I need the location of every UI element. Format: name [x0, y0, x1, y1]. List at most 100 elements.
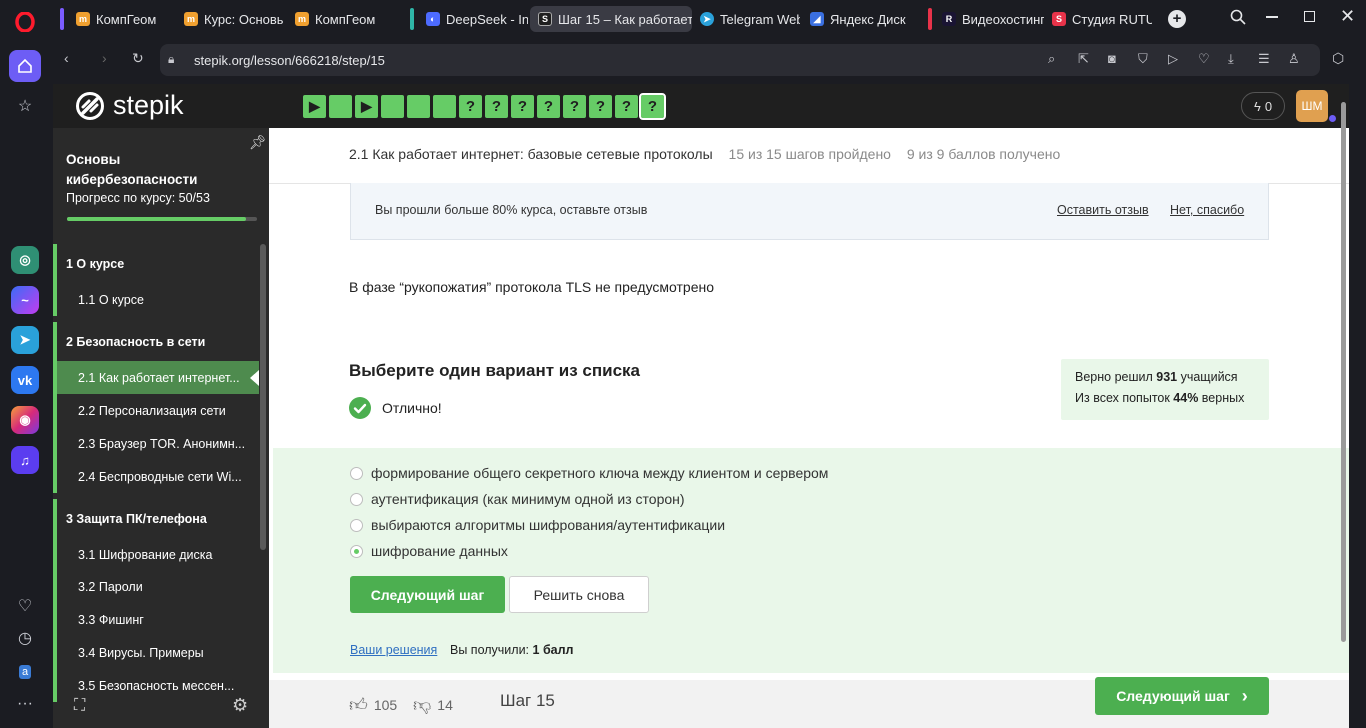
tab-3[interactable]: ◐ DeepSeek - Into: [418, 6, 528, 32]
answer-option-3[interactable]: выбираются алгоритмы шифрования/аутентиф…: [350, 517, 1050, 535]
search-tabs-icon[interactable]: [1230, 9, 1246, 30]
sidebar-item-0[interactable]: 1 О курсе: [53, 244, 259, 283]
url-field[interactable]: 🔒︎ stepik.org/lesson/666218/step/15 ⌕ ⇱ …: [160, 44, 1320, 76]
forward-icon[interactable]: ›: [102, 50, 107, 66]
step-square-12[interactable]: ?: [589, 95, 612, 118]
radio-checked[interactable]: [350, 545, 363, 558]
sidebar-item-3[interactable]: 2.1 Как работает интернет...: [53, 361, 259, 394]
shield-icon[interactable]: ⛉: [1138, 51, 1148, 67]
close-icon[interactable]: ✕: [1340, 6, 1355, 27]
footer-next-step-button[interactable]: Следующий шаг ›: [1095, 677, 1269, 715]
radio-unchecked[interactable]: [350, 467, 363, 480]
camera-icon[interactable]: ◙: [1108, 51, 1116, 66]
avatar[interactable]: ШМ: [1296, 90, 1328, 122]
url-text[interactable]: stepik.org/lesson/666218/step/15: [194, 53, 385, 68]
sidebar-item-2[interactable]: 2 Безопасность в сети: [53, 322, 259, 361]
easy-setup-icon[interactable]: ☰: [1258, 51, 1270, 67]
tab-0[interactable]: m КомпГеом: [68, 6, 173, 32]
answer-option-2[interactable]: аутентификация (как минимум одной из сто…: [350, 491, 1050, 509]
fullscreen-icon[interactable]: ⛶: [74, 697, 85, 715]
dislike-button[interactable]: 👎︎ 14: [413, 694, 453, 716]
sidebar-scrollbar[interactable]: [260, 244, 266, 550]
solve-again-button[interactable]: Решить снова: [509, 576, 649, 613]
heart-icon[interactable]: ♡: [1198, 51, 1210, 67]
tab-4-active[interactable]: S Шаг 15 – Как работает и: [530, 6, 692, 32]
search-icon[interactable]: ⌕: [1048, 51, 1055, 67]
step-square-11[interactable]: ?: [563, 95, 586, 118]
sidebar-item-11[interactable]: 3.4 Вирусы. Примеры: [53, 636, 259, 669]
stepik-logo[interactable]: stepik: [75, 90, 184, 121]
extensions-icon[interactable]: ⬡: [1332, 50, 1344, 67]
vk-icon[interactable]: vk: [11, 366, 39, 394]
history-icon[interactable]: ◷: [9, 622, 41, 654]
more-icon[interactable]: ···: [9, 688, 41, 720]
your-solutions-link[interactable]: Ваши решения: [350, 643, 437, 657]
energy-counter[interactable]: ϟ 0: [1241, 92, 1285, 120]
sidebar-item-4[interactable]: 2.2 Персонализация сети: [53, 394, 259, 427]
decline-feedback-link[interactable]: Нет, спасибо: [1170, 203, 1244, 217]
step-square-1[interactable]: ▶: [303, 95, 326, 118]
new-tab-icon[interactable]: +: [1168, 10, 1186, 28]
course-sidebar: 📌︎ Основы кибербезопасности Прогресс по …: [53, 128, 269, 728]
leave-feedback-link[interactable]: Оставить отзыв: [1057, 203, 1149, 217]
translate-icon[interactable]: a: [9, 656, 41, 688]
sidebar-item-5[interactable]: 2.3 Браузер TOR. Анонимн...: [53, 427, 259, 460]
heart-icon[interactable]: ♡: [9, 590, 41, 622]
telegram-icon[interactable]: ➤: [11, 326, 39, 354]
minimize-icon[interactable]: [1266, 16, 1278, 18]
step-square-2[interactable]: [329, 95, 352, 118]
instagram-icon[interactable]: ◉: [11, 406, 39, 434]
chatgpt-icon[interactable]: ◎: [11, 246, 39, 274]
reload-icon[interactable]: ↻: [132, 50, 144, 67]
radio-unchecked[interactable]: [350, 493, 363, 506]
sidebar-item-7[interactable]: 3 Защита ПК/телефона: [53, 499, 259, 538]
opera-logo-icon[interactable]: [9, 6, 41, 38]
messenger-icon[interactable]: ~: [11, 286, 39, 314]
step-square-5[interactable]: [407, 95, 430, 118]
course-progress-bar: [67, 217, 257, 221]
settings-gear-icon[interactable]: ⚙: [232, 695, 248, 716]
like-button[interactable]: 👍︎ 105: [349, 694, 397, 716]
sidebar-item-8[interactable]: 3.1 Шифрование диска: [53, 538, 259, 571]
sidebar-item-1[interactable]: 1.1 О курсе: [53, 283, 259, 316]
tab-5[interactable]: ➤ Telegram Web: [692, 6, 800, 32]
page-scrollbar[interactable]: [1341, 102, 1346, 642]
star-icon[interactable]: ☆: [9, 90, 41, 122]
radio-unchecked[interactable]: [350, 519, 363, 532]
restore-icon[interactable]: [1304, 11, 1315, 22]
step-square-14[interactable]: ?: [639, 93, 666, 120]
step-square-8[interactable]: ?: [485, 95, 508, 118]
step-square-10[interactable]: ?: [537, 95, 560, 118]
step-square-6[interactable]: [433, 95, 456, 118]
share-icon[interactable]: ⇱: [1078, 51, 1089, 67]
send-icon[interactable]: ▷: [1168, 51, 1178, 67]
tab-1[interactable]: m Курс: Основы: [176, 6, 284, 32]
compgeom-icon: m: [295, 12, 309, 26]
tab-7[interactable]: R Видеохостинг: [934, 6, 1044, 32]
lock-icon: 🔒︎: [168, 52, 175, 66]
step-square-3[interactable]: ▶: [355, 95, 378, 118]
answer-option-4[interactable]: шифрование данных: [350, 543, 1050, 561]
sidebar-item-9[interactable]: 3.2 Пароли: [53, 570, 259, 603]
course-title[interactable]: Основы кибербезопасности: [66, 150, 216, 190]
profile-icon[interactable]: ♙: [1288, 51, 1300, 67]
sidebar-item-6[interactable]: 2.4 Беспроводные сети Wi...: [53, 460, 259, 493]
answer-option-label: аутентификация (как минимум одной из сто…: [371, 491, 685, 507]
answer-option-1[interactable]: формирование общего секретного ключа меж…: [350, 465, 1050, 483]
music-player-icon[interactable]: ♫: [11, 446, 39, 474]
tab-2[interactable]: m КомпГеом: [287, 6, 397, 32]
next-step-button[interactable]: Следующий шаг: [350, 576, 505, 613]
home-icon[interactable]: [9, 50, 41, 82]
step-square-9[interactable]: ?: [511, 95, 534, 118]
pin-icon[interactable]: 📌︎: [249, 134, 267, 151]
download-icon[interactable]: ⤓: [1228, 51, 1234, 67]
tab-8[interactable]: S Студия RUTUBE: [1044, 6, 1152, 32]
step-square-4[interactable]: [381, 95, 404, 118]
lesson-title[interactable]: 2.1 Как работает интернет: базовые сетев…: [349, 146, 713, 162]
tab-6[interactable]: ◢ Яндекс Диск: [802, 6, 912, 32]
step-square-13[interactable]: ?: [615, 95, 638, 118]
back-icon[interactable]: ‹: [64, 50, 69, 66]
step-square-7[interactable]: ?: [459, 95, 482, 118]
sidebar-item-10[interactable]: 3.3 Фишинг: [53, 603, 259, 636]
compgeom-icon: m: [76, 12, 90, 26]
